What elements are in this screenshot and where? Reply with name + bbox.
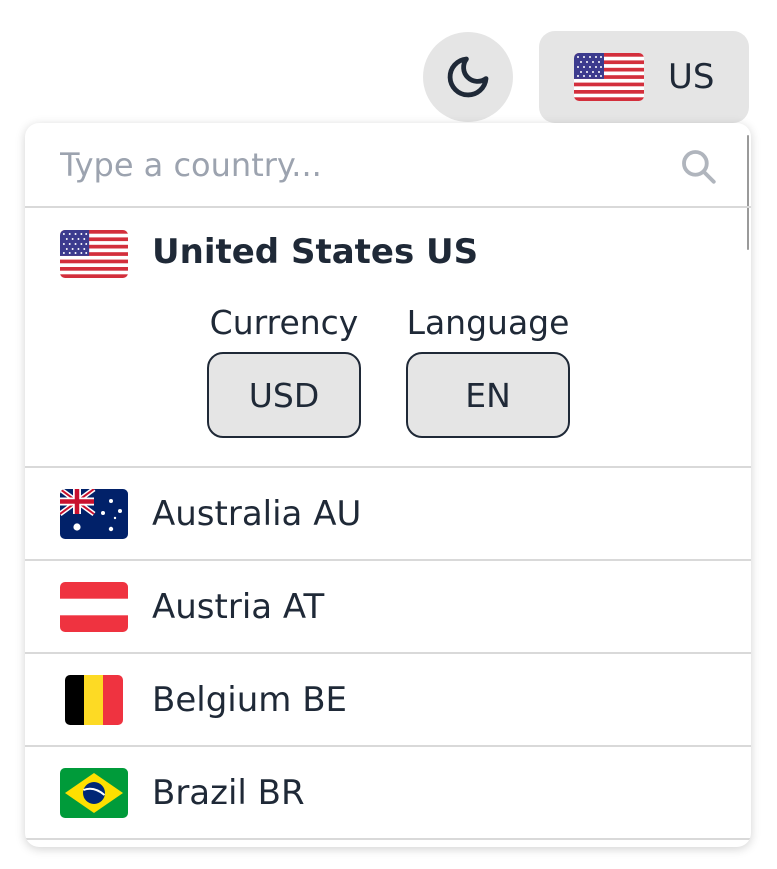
be-flag-icon <box>65 674 123 725</box>
search-row <box>25 123 751 208</box>
selected-country-section: United States US Currency USD Language E… <box>25 208 751 468</box>
moon-icon <box>444 53 492 101</box>
country-item-austria[interactable]: Austria AT <box>25 561 751 654</box>
us-flag-icon <box>574 53 644 101</box>
country-search-input[interactable] <box>60 145 640 184</box>
currency-button[interactable]: USD <box>207 352 361 438</box>
country-item-brazil[interactable]: Brazil BR <box>25 747 751 840</box>
country-item-label: Brazil BR <box>152 772 305 813</box>
country-item-label: Austria AT <box>152 586 325 627</box>
country-selector-button[interactable]: US <box>539 31 749 123</box>
au-flag-icon <box>60 488 128 539</box>
country-item-label: Australia AU <box>152 493 362 534</box>
language-button[interactable]: EN <box>406 352 570 438</box>
currency-label: Currency <box>209 303 359 342</box>
br-flag-icon <box>60 767 128 818</box>
selected-country-name: United States US <box>152 232 479 272</box>
language-group: Language EN <box>406 303 570 438</box>
country-item-australia[interactable]: Australia AU <box>25 468 751 561</box>
language-label: Language <box>406 303 570 342</box>
country-item-belgium[interactable]: Belgium BE <box>25 654 751 747</box>
country-item-label: Belgium BE <box>152 679 348 720</box>
country-dropdown: United States US Currency USD Language E… <box>25 123 751 847</box>
search-icon[interactable] <box>677 145 719 187</box>
theme-toggle-button[interactable] <box>423 32 513 122</box>
us-flag-icon <box>60 230 128 278</box>
at-flag-icon <box>60 581 128 632</box>
currency-group: Currency USD <box>207 303 361 438</box>
selected-country-code: US <box>668 57 715 97</box>
